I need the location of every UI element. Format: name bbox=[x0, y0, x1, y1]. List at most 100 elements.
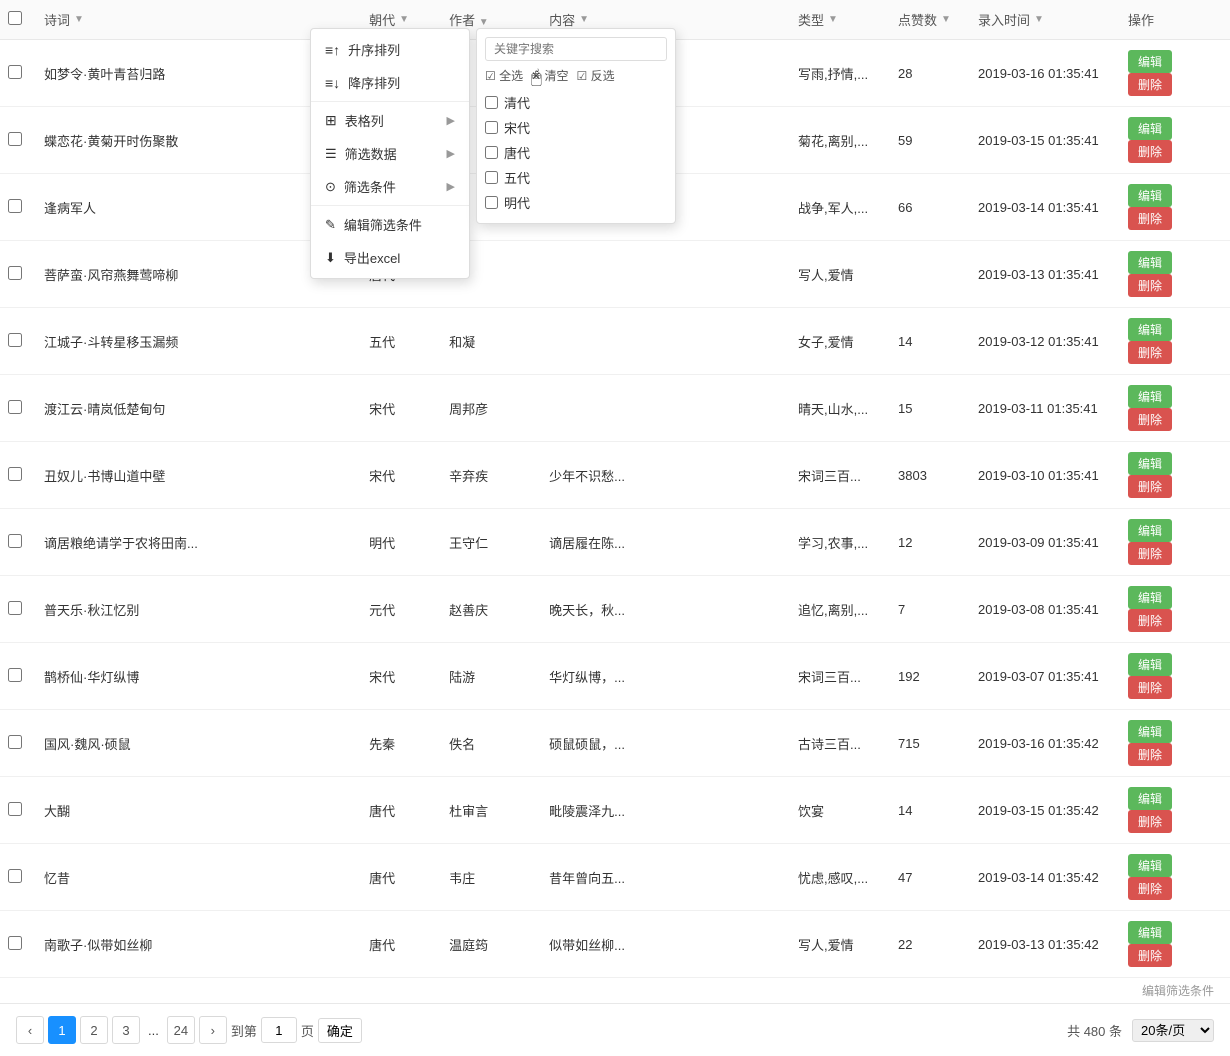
cell-likes-6: 3803 bbox=[890, 442, 970, 509]
filter-mingdai-checkbox[interactable] bbox=[485, 196, 498, 209]
dynasty-sort-icon[interactable]: ▼ bbox=[399, 14, 409, 25]
filter-data-item[interactable]: ☰ 筛选数据 ▶ bbox=[311, 137, 469, 170]
row-checkbox-13[interactable] bbox=[8, 936, 22, 950]
goto-input[interactable] bbox=[261, 1017, 297, 1043]
edit-btn-12[interactable]: 编辑 bbox=[1128, 854, 1172, 877]
delete-btn-2[interactable]: 删除 bbox=[1128, 207, 1172, 230]
content-sort-icon[interactable]: ▼ bbox=[579, 14, 589, 25]
row-checkbox-7[interactable] bbox=[8, 534, 22, 548]
filter-wudai-checkbox[interactable] bbox=[485, 171, 498, 184]
edit-btn-13[interactable]: 编辑 bbox=[1128, 921, 1172, 944]
delete-btn-4[interactable]: 删除 bbox=[1128, 341, 1172, 364]
page-btn-2[interactable]: 2 bbox=[80, 1016, 108, 1044]
edit-filter-bottom: 编辑筛选条件 bbox=[0, 978, 1230, 1003]
select-all-checkbox[interactable] bbox=[8, 11, 22, 25]
select-all-header[interactable] bbox=[0, 0, 36, 40]
table-row: 菩萨蛮·风帘燕舞莺啼柳 唐代 写人,爱情 2019-03-13 01:35:41… bbox=[0, 241, 1230, 308]
delete-btn-3[interactable]: 删除 bbox=[1128, 274, 1172, 297]
invert-action[interactable]: ☑ 反选 bbox=[576, 67, 614, 84]
filter-option-wudai[interactable]: 五代 bbox=[485, 165, 667, 190]
likes-sort-icon[interactable]: ▼ bbox=[941, 14, 951, 25]
cell-poem-7: 谪居粮绝请学于农将田南... bbox=[36, 509, 361, 576]
delete-btn-13[interactable]: 删除 bbox=[1128, 944, 1172, 967]
delete-btn-0[interactable]: 删除 bbox=[1128, 73, 1172, 96]
filter-option-tangdai[interactable]: 唐代 bbox=[485, 140, 667, 165]
page-btn-1[interactable]: 1 bbox=[48, 1016, 76, 1044]
row-checkbox-3[interactable] bbox=[8, 266, 22, 280]
filter-songdai-checkbox[interactable] bbox=[485, 121, 498, 134]
type-sort-icon[interactable]: ▼ bbox=[828, 14, 838, 25]
author-sort-icon[interactable]: ▼ bbox=[479, 17, 489, 28]
delete-btn-9[interactable]: 删除 bbox=[1128, 676, 1172, 699]
edit-filter-bottom-label[interactable]: 编辑筛选条件 bbox=[1142, 984, 1214, 998]
goto-confirm-btn[interactable]: 确定 bbox=[318, 1018, 362, 1043]
row-checkbox-1[interactable] bbox=[8, 132, 22, 146]
delete-btn-1[interactable]: 删除 bbox=[1128, 140, 1172, 163]
sort-desc-item[interactable]: ≡↓ 降序排列 bbox=[311, 66, 469, 99]
edit-btn-8[interactable]: 编辑 bbox=[1128, 586, 1172, 609]
edit-btn-6[interactable]: 编辑 bbox=[1128, 452, 1172, 475]
delete-btn-8[interactable]: 删除 bbox=[1128, 609, 1172, 632]
edit-btn-4[interactable]: 编辑 bbox=[1128, 318, 1172, 341]
select-all-action[interactable]: ☑ 全选 bbox=[485, 67, 523, 84]
export-excel-item[interactable]: ⬇ 导出excel bbox=[311, 241, 469, 274]
cell-time-5: 2019-03-11 01:35:41 bbox=[970, 375, 1120, 442]
table-row: 鹊桥仙·华灯纵博 宋代 陆游 华灯纵博，... 宋词三百... 192 2019… bbox=[0, 643, 1230, 710]
filter-tangdai-checkbox[interactable] bbox=[485, 146, 498, 159]
row-checkbox-6[interactable] bbox=[8, 467, 22, 481]
table-columns-item[interactable]: ⊞ 表格列 ▶ bbox=[311, 104, 469, 137]
edit-btn-0[interactable]: 编辑 bbox=[1128, 50, 1172, 73]
edit-btn-7[interactable]: 编辑 bbox=[1128, 519, 1172, 542]
cell-content-7: 谪居履在陈... bbox=[541, 509, 790, 576]
next-page-btn[interactable]: › bbox=[199, 1016, 227, 1044]
time-sort-icon[interactable]: ▼ bbox=[1034, 14, 1044, 25]
filter-search-input[interactable] bbox=[485, 37, 667, 61]
delete-btn-11[interactable]: 删除 bbox=[1128, 810, 1172, 833]
per-page-select[interactable]: 20条/页 50条/页 100条/页 bbox=[1132, 1019, 1214, 1042]
cell-type-10: 古诗三百... bbox=[790, 710, 890, 777]
cell-time-10: 2019-03-16 01:35:42 bbox=[970, 710, 1120, 777]
edit-btn-5[interactable]: 编辑 bbox=[1128, 385, 1172, 408]
edit-btn-1[interactable]: 编辑 bbox=[1128, 117, 1172, 140]
poem-sort-icon[interactable]: ▼ bbox=[74, 14, 84, 25]
row-checkbox-8[interactable] bbox=[8, 601, 22, 615]
cell-type-6: 宋词三百... bbox=[790, 442, 890, 509]
edit-btn-2[interactable]: 编辑 bbox=[1128, 184, 1172, 207]
prev-page-btn[interactable]: ‹ bbox=[16, 1016, 44, 1044]
edit-btn-10[interactable]: 编辑 bbox=[1128, 720, 1172, 743]
cell-dynasty-11: 唐代 bbox=[361, 777, 441, 844]
delete-btn-10[interactable]: 删除 bbox=[1128, 743, 1172, 766]
row-checkbox-10[interactable] bbox=[8, 735, 22, 749]
filter-option-songdai[interactable]: 宋代 bbox=[485, 115, 667, 140]
filter-qingdai-checkbox[interactable] bbox=[485, 96, 498, 109]
row-checkbox-11[interactable] bbox=[8, 802, 22, 816]
row-checkbox-5[interactable] bbox=[8, 400, 22, 414]
filter-option-qingdai[interactable]: 清代 bbox=[485, 90, 667, 115]
row-checkbox-2[interactable] bbox=[8, 199, 22, 213]
cell-action-4: 编辑 删除 bbox=[1120, 308, 1230, 375]
edit-btn-3[interactable]: 编辑 bbox=[1128, 251, 1172, 274]
cell-content-6: 少年不识愁... bbox=[541, 442, 790, 509]
cell-type-11: 饮宴 bbox=[790, 777, 890, 844]
delete-btn-7[interactable]: 删除 bbox=[1128, 542, 1172, 565]
filter-wudai-label: 五代 bbox=[504, 168, 530, 187]
row-checkbox-0[interactable] bbox=[8, 65, 22, 79]
delete-btn-6[interactable]: 删除 bbox=[1128, 475, 1172, 498]
delete-btn-12[interactable]: 删除 bbox=[1128, 877, 1172, 900]
edit-btn-11[interactable]: 编辑 bbox=[1128, 787, 1172, 810]
edit-filter-item[interactable]: ✎ 编辑筛选条件 bbox=[311, 208, 469, 241]
row-checkbox-12[interactable] bbox=[8, 869, 22, 883]
sort-asc-item[interactable]: ≡↑ 升序排列 bbox=[311, 33, 469, 66]
th-type: 类型 ▼ bbox=[790, 0, 890, 40]
row-checkbox-4[interactable] bbox=[8, 333, 22, 347]
clear-action[interactable]: ✕ 清空 bbox=[531, 67, 568, 84]
dynasty-col-label: 朝代 bbox=[369, 10, 395, 29]
filter-option-mingdai[interactable]: 明代 bbox=[485, 190, 667, 215]
filter-condition-item[interactable]: ⊙ 筛选条件 ▶ bbox=[311, 170, 469, 203]
delete-btn-5[interactable]: 删除 bbox=[1128, 408, 1172, 431]
cell-action-0: 编辑 删除 bbox=[1120, 40, 1230, 107]
page-btn-3[interactable]: 3 bbox=[112, 1016, 140, 1044]
row-checkbox-9[interactable] bbox=[8, 668, 22, 682]
page-btn-24[interactable]: 24 bbox=[167, 1016, 195, 1044]
sort-desc-label: 降序排列 bbox=[348, 73, 400, 92]
